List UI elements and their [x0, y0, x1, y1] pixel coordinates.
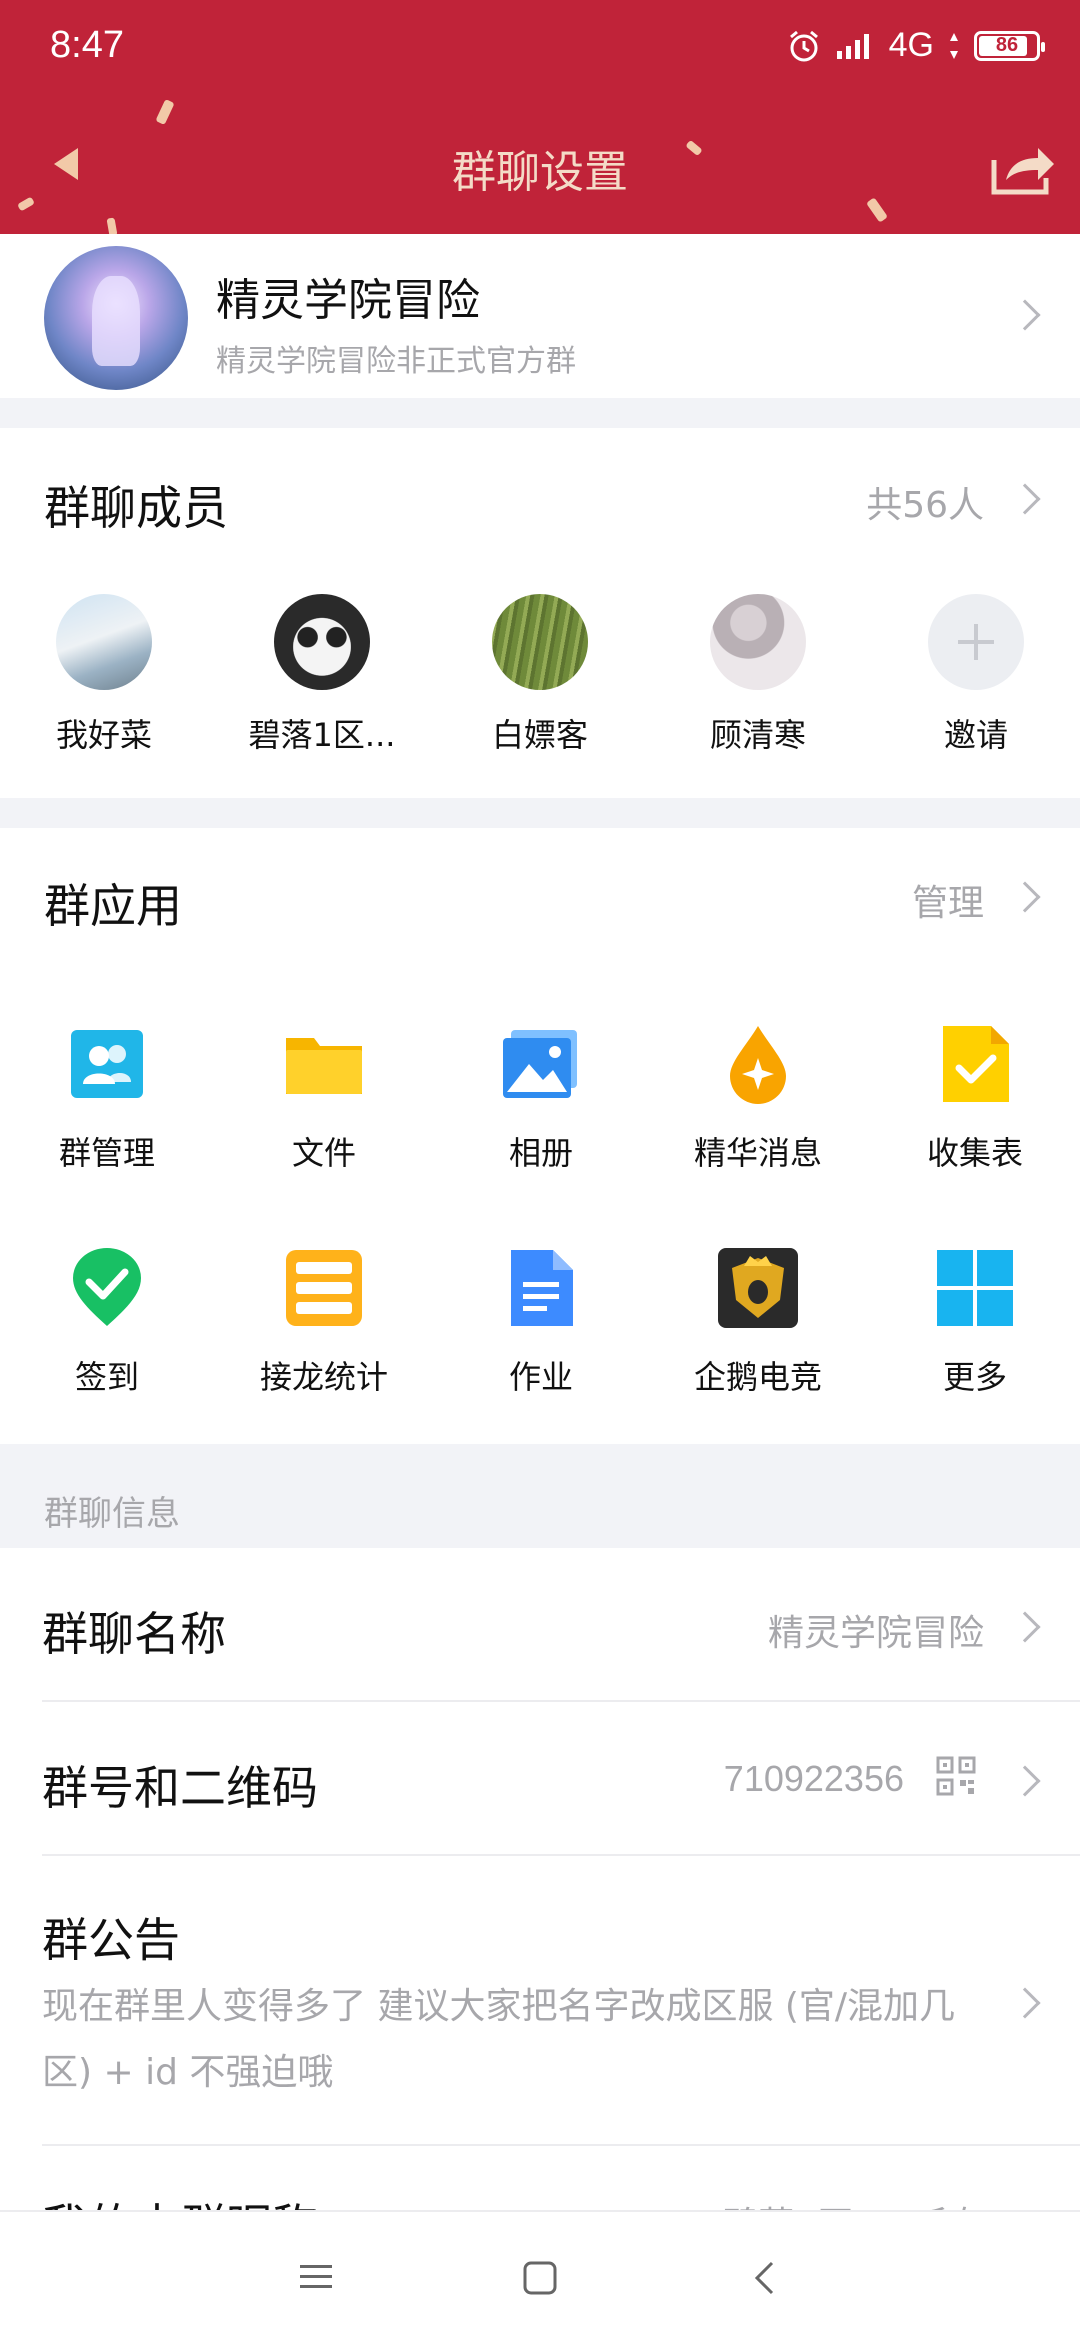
app-checkin[interactable]: 签到 [17, 1248, 197, 1398]
app-label: 企鹅电竞 [693, 1358, 822, 1396]
member-name: 我好菜 [55, 716, 152, 754]
app-more[interactable]: 更多 [885, 1248, 1065, 1398]
qrcode-icon [936, 1756, 976, 1796]
app-label: 相册 [508, 1134, 573, 1172]
app-label: 文件 [291, 1134, 356, 1172]
alarm-icon [789, 30, 818, 61]
chevron-right-icon [1009, 1611, 1041, 1643]
avatar [710, 594, 806, 690]
chevron-right-icon [1009, 299, 1041, 331]
member-item[interactable]: 顾清寒 [678, 594, 838, 756]
app-label: 作业 [508, 1358, 573, 1396]
status-bar: 8:47 4G 86 [0, 0, 1080, 100]
invite-label: 邀请 [943, 716, 1008, 754]
back-icon[interactable] [752, 2260, 776, 2296]
avatar [56, 594, 152, 690]
members-section: 群聊成员 共56人 我好菜 碧落1区... 白嫖客 顾清寒 邀请 [0, 428, 1080, 798]
member-name: 碧落1区... [248, 716, 396, 754]
chevron-right-icon [1009, 1765, 1041, 1797]
group-subtitle: 精灵学院冒险非正式官方群 [216, 344, 576, 379]
group-manage-icon [71, 1030, 143, 1098]
signal-icon [836, 33, 869, 59]
plus-icon [928, 594, 1024, 690]
apps-manage-link[interactable]: 管理 [912, 874, 984, 926]
app-label: 更多 [942, 1358, 1007, 1396]
app-label: 接龙统计 [259, 1358, 388, 1396]
title-bar: 群聊设置 [0, 100, 1080, 234]
header-bar: 8:47 4G 86 群聊设置 [0, 0, 1080, 234]
group-avatar [44, 246, 188, 390]
status-icons: 4G 86 [787, 26, 1045, 65]
app-relay[interactable]: 接龙统计 [234, 1248, 414, 1398]
form-icon [943, 1026, 1009, 1102]
invite-member-button[interactable]: 邀请 [896, 594, 1056, 756]
app-label: 精华消息 [693, 1134, 822, 1172]
app-essence[interactable]: 精华消息 [668, 1024, 848, 1174]
info-section-header: 群聊信息 [44, 1494, 180, 1534]
members-count[interactable]: 共56人 [866, 476, 984, 528]
app-label: 签到 [74, 1358, 139, 1396]
chevron-right-icon [1009, 1987, 1041, 2019]
app-files[interactable]: 文件 [234, 1024, 414, 1174]
app-label: 收集表 [926, 1134, 1023, 1172]
app-homework[interactable]: 作业 [451, 1248, 631, 1398]
group-id-qrcode-row[interactable]: 群号和二维码 710922356 [0, 1702, 1080, 1856]
app-label: 群管理 [58, 1134, 155, 1172]
apps-title: 群应用 [44, 879, 182, 933]
app-form[interactable]: 收集表 [885, 1024, 1065, 1174]
member-name: 白嫖客 [491, 716, 588, 754]
home-icon[interactable] [522, 2260, 558, 2296]
group-id-value: 710922356 [723, 1758, 904, 1799]
chevron-right-icon [1009, 483, 1041, 515]
group-notice-text: 现在群里人变得多了 建议大家把名字改成区服 (官/混加几区) + id 不强迫哦 [42, 1986, 956, 2093]
group-apps-section: 群应用 管理 群管理 文件 相册 精华消息 收集表 签到 接龙统计 作业 企鹅电… [0, 828, 1080, 1444]
network-type: 4G [888, 26, 934, 64]
status-time: 8:47 [50, 24, 124, 66]
app-esports[interactable]: 企鹅电竞 [668, 1248, 848, 1398]
page-title: 群聊设置 [452, 147, 628, 198]
more-icon [937, 1250, 1013, 1326]
app-group-manage[interactable]: 群管理 [17, 1024, 197, 1174]
group-name-row[interactable]: 群聊名称 精灵学院冒险 [0, 1548, 1080, 1702]
row-label: 群公告 [42, 1913, 180, 1967]
esports-icon [718, 1248, 798, 1328]
share-icon[interactable] [988, 138, 1058, 198]
group-profile-row[interactable]: 精灵学院冒险 精灵学院冒险非正式官方群 [0, 234, 1080, 398]
members-title: 群聊成员 [44, 481, 228, 535]
folder-icon [286, 1038, 362, 1094]
row-label: 群号和二维码 [42, 1761, 318, 1815]
avatar [492, 594, 588, 690]
data-transfer-icon [950, 32, 958, 59]
checkin-icon [73, 1248, 141, 1326]
system-nav-bar [0, 2210, 1080, 2340]
album-icon [503, 1030, 577, 1098]
avatar [274, 594, 370, 690]
member-item[interactable]: 碧落1区... [242, 594, 402, 756]
essence-icon [730, 1026, 786, 1104]
group-notice-row[interactable]: 群公告 现在群里人变得多了 建议大家把名字改成区服 (官/混加几区) + id … [0, 1856, 1080, 2146]
member-name: 顾清寒 [709, 716, 806, 754]
group-name-value: 精灵学院冒险 [767, 1613, 984, 1654]
member-item[interactable]: 白嫖客 [460, 594, 620, 756]
row-label: 群聊名称 [42, 1607, 226, 1661]
relay-icon [286, 1250, 362, 1326]
app-album[interactable]: 相册 [451, 1024, 631, 1174]
menu-icon[interactable] [298, 2262, 334, 2292]
homework-icon [511, 1250, 573, 1326]
chevron-right-icon [1009, 881, 1041, 913]
member-item[interactable]: 我好菜 [24, 594, 184, 756]
group-name: 精灵学院冒险 [216, 275, 480, 326]
battery-indicator: 86 [974, 30, 1045, 61]
